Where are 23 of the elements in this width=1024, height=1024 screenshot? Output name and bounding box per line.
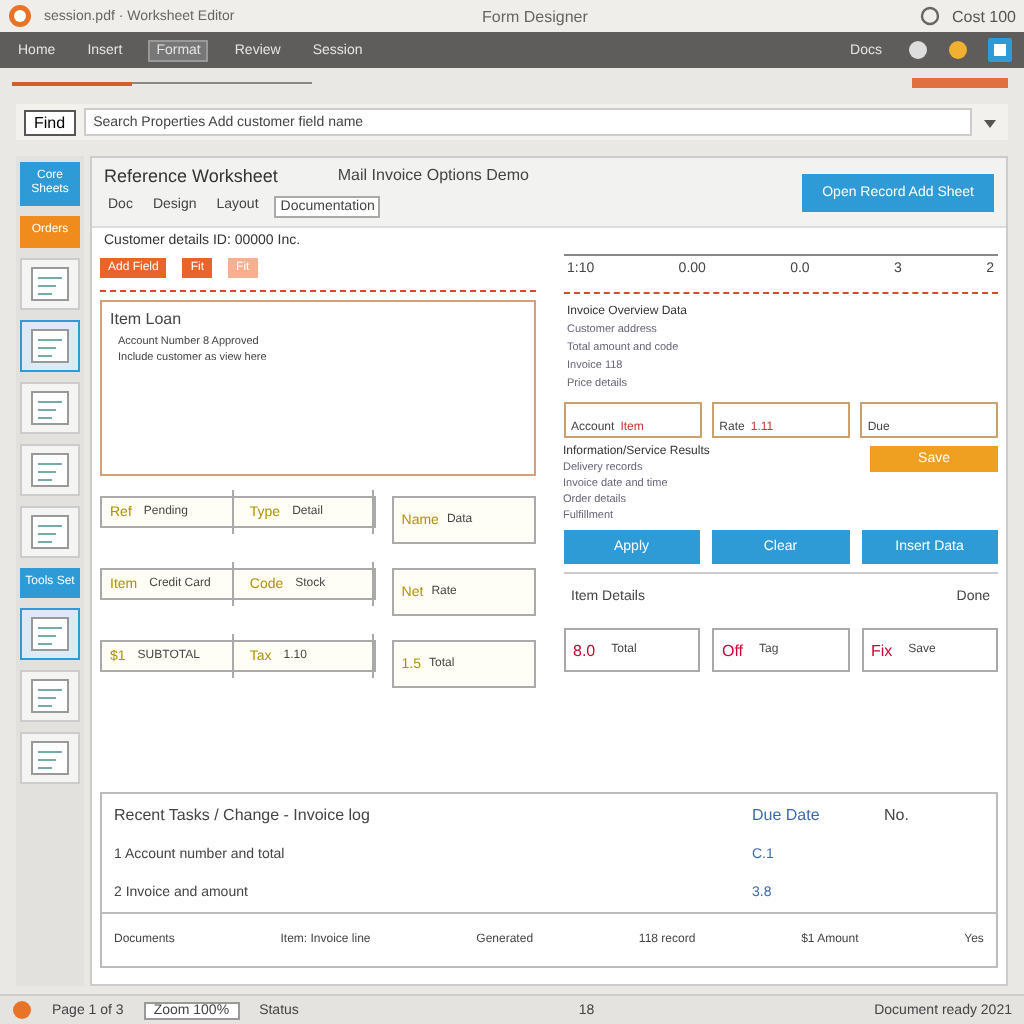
summary-value: 8.0 — [573, 641, 596, 659]
page-thumbnail[interactable] — [20, 381, 80, 434]
window-label: Cost 100 — [951, 7, 1016, 25]
page-thumbnail[interactable] — [20, 669, 80, 722]
column-header: Recent Tasks / Change - Invoice log — [114, 806, 372, 824]
window-icon[interactable] — [988, 38, 1012, 62]
page-thumbnail[interactable] — [20, 607, 80, 660]
summary-value: Fix — [871, 641, 893, 659]
app-logo-icon — [12, 1000, 32, 1020]
column-header: Due Date — [752, 806, 822, 824]
page-thumbnail[interactable] — [20, 505, 80, 558]
page-thumbnail[interactable] — [20, 319, 80, 372]
app-logo-icon — [8, 4, 32, 28]
find-button[interactable]: Find — [24, 109, 76, 135]
window-title: Form Designer — [481, 7, 590, 25]
page-thumbnail[interactable] — [20, 443, 80, 496]
summary-value: Off — [722, 641, 744, 659]
editor-heading: Item Loan — [110, 310, 184, 328]
column-header: No. — [884, 806, 911, 824]
page-thumbnail[interactable] — [20, 257, 80, 310]
page-title: Reference Worksheet — [104, 166, 278, 186]
page-subtitle: Mail Invoice Options Demo — [337, 166, 529, 186]
page-thumbnail[interactable] — [20, 731, 80, 784]
